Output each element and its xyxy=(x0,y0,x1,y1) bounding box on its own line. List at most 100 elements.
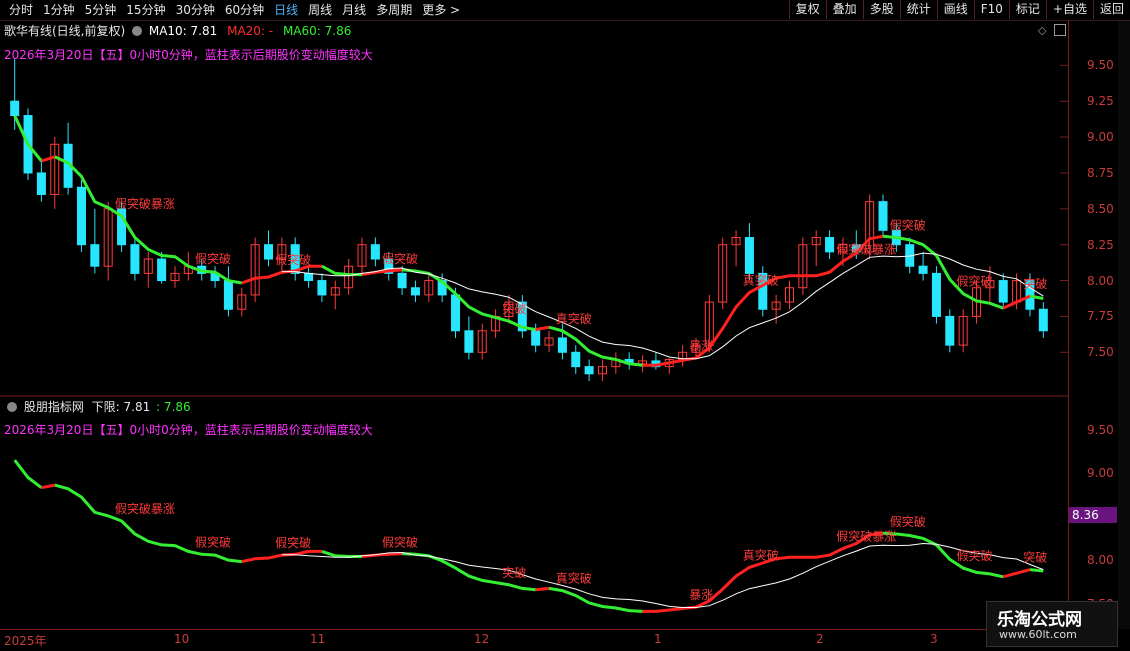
indicator-line xyxy=(1002,568,1031,579)
watermark-url: www.60lt.com xyxy=(999,628,1077,641)
draw-line-button[interactable]: 画线 xyxy=(936,0,974,19)
overlay-button[interactable]: 叠加 xyxy=(825,0,863,19)
candle-body xyxy=(945,315,955,346)
chart-area[interactable]: 假突破暴涨 假突破暴涨 假突破 假突破 假突破 假突破 假突破 假突破 突破 突破 真突破 真突破 暴涨… xyxy=(0,21,1068,629)
signal-label: 假突破 xyxy=(275,252,311,267)
tab-weekly[interactable]: 周线 xyxy=(303,1,337,19)
restore-rights-button[interactable]: 复权 xyxy=(788,0,826,19)
signal-label: 假突破 xyxy=(382,534,418,549)
indicator-line xyxy=(54,483,242,564)
date-label: 2 xyxy=(816,632,824,646)
tab-daily[interactable]: 日线 xyxy=(269,1,303,19)
tab-multi-period[interactable]: 多周期 xyxy=(371,1,417,19)
kline-chart-svg[interactable]: 假突破暴涨假突破暴涨假突破假突破假突破假突破假突破假突破突破突破真突破真突破暴涨… xyxy=(0,21,1068,629)
ma-line xyxy=(882,234,1004,310)
back-button[interactable]: 返回 xyxy=(1092,0,1130,19)
price-tick-label: 9.25 xyxy=(1087,94,1114,109)
candle-body xyxy=(90,244,100,267)
signal-label: 暴涨 xyxy=(689,587,713,602)
ma10-label: MA10: 7.81 xyxy=(148,24,218,38)
candle-body xyxy=(304,272,314,282)
tab-30min[interactable]: 30分钟 xyxy=(171,1,220,19)
candle-body xyxy=(76,186,86,246)
candle-body xyxy=(130,244,140,274)
signal-label: 真突破 xyxy=(556,311,592,326)
indicator-line xyxy=(535,586,550,592)
candle-body xyxy=(10,100,20,117)
tab-15min[interactable]: 15分钟 xyxy=(121,1,170,19)
ma-line xyxy=(40,155,56,163)
candle-body xyxy=(410,287,420,296)
indicator-line xyxy=(13,459,43,489)
watermark-name: 乐淘公式网 xyxy=(997,610,1082,630)
date-label: 10 xyxy=(174,632,190,646)
date-label: 12 xyxy=(474,632,490,646)
candle-body xyxy=(317,280,327,296)
candle-body xyxy=(878,201,888,231)
signal-label: 假突破 xyxy=(382,251,418,266)
candle-body xyxy=(931,272,941,317)
tab-1min[interactable]: 1分钟 xyxy=(38,1,80,19)
date-axis: 2025年 10 11 12 1 2 3 xyxy=(0,629,1068,651)
tab-5min[interactable]: 5分钟 xyxy=(80,1,122,19)
settings-icon[interactable] xyxy=(132,26,143,36)
indicator-line xyxy=(642,531,884,613)
signal-label: 真突破 xyxy=(743,273,779,288)
settings-icon[interactable] xyxy=(7,402,17,412)
date-label: 2025年 xyxy=(4,634,47,648)
add-watchlist-button[interactable]: +自选 xyxy=(1045,0,1093,19)
signal-label: 突破 xyxy=(1023,276,1047,291)
signal-label: 假突破暴涨 xyxy=(836,529,896,544)
signal-label: 突破 xyxy=(1023,550,1047,565)
candle-body xyxy=(918,265,928,274)
price-tick-label: 9.50 xyxy=(1087,422,1114,437)
candle-body xyxy=(531,330,541,346)
f10-button[interactable]: F10 xyxy=(973,0,1009,19)
indicator-line xyxy=(241,549,322,564)
price-tick-label: 9.50 xyxy=(1087,58,1114,73)
mark-button[interactable]: 标记 xyxy=(1008,0,1046,19)
upper-limit-label: : 7.86 xyxy=(156,400,191,414)
price-tick-label: 8.00 xyxy=(1087,553,1114,568)
right-toolbar: 复权 叠加 多股 统计 画线 F10 标记 +自选 返回 xyxy=(788,0,1130,19)
price-tick-label: 9.00 xyxy=(1087,130,1114,145)
candle-body xyxy=(998,280,1008,303)
signal-label: 假突破 xyxy=(890,514,926,529)
tab-60min[interactable]: 60分钟 xyxy=(220,1,269,19)
price-tick-label: 8.25 xyxy=(1087,237,1114,252)
upper-date-note: 2026年3月20日【五】0小时0分钟，蓝柱表示后期股价变动幅度较大 xyxy=(4,48,373,62)
upper-title-row: 歌华有线(日线,前复权) MA10: 7.81 MA20: - MA60: 7.… xyxy=(4,22,351,39)
statistics-button[interactable]: 统计 xyxy=(899,0,937,19)
signal-label: 暴涨 xyxy=(689,338,713,353)
maximize-icon[interactable] xyxy=(1054,24,1066,36)
multi-stock-button[interactable]: 多股 xyxy=(862,0,900,19)
tab-more[interactable]: 更多 > xyxy=(417,1,465,19)
period-tabs: 分时 1分钟 5分钟 15分钟 30分钟 60分钟 日线 周线 月线 多周期 更… xyxy=(4,1,465,19)
price-tick-label: 7.50 xyxy=(1087,345,1114,360)
diamond-icon[interactable]: ◇ xyxy=(1038,24,1046,37)
price-tick-label: 7.75 xyxy=(1087,309,1114,324)
candle-body xyxy=(397,272,407,289)
signal-label: 假突破 xyxy=(275,535,311,550)
ma20-label: MA20: - xyxy=(227,24,274,38)
candle-body xyxy=(263,244,274,260)
date-label: 1 xyxy=(654,632,662,646)
candle-body xyxy=(464,330,474,353)
lower-title-row: 股朋指标网 下限: 7.81 : 7.86 xyxy=(4,398,191,415)
ma-line xyxy=(321,264,362,277)
signal-label: 假突破 xyxy=(956,548,992,563)
tab-monthly[interactable]: 月线 xyxy=(337,1,371,19)
indicator-line xyxy=(321,549,362,558)
signal-label: 真突破 xyxy=(743,547,779,562)
lower-date-note: 2026年3月20日【五】0小时0分钟，蓝柱表示后期股价变动幅度较大 xyxy=(4,423,373,437)
ma-line xyxy=(535,325,550,332)
signal-label: 假突破暴涨 xyxy=(115,501,175,516)
signal-label: 假突破 xyxy=(890,218,926,233)
signal-label: 假突破 xyxy=(956,274,992,289)
tab-minute-chart[interactable]: 分时 xyxy=(4,1,38,19)
lower-limit-label: 下限: 7.81 xyxy=(91,400,151,414)
stock-title: 歌华有线(日线,前复权) xyxy=(4,24,126,38)
ma60-label: MA60: 7.86 xyxy=(282,24,352,38)
date-label: 11 xyxy=(310,632,326,646)
candle-body xyxy=(571,351,581,368)
